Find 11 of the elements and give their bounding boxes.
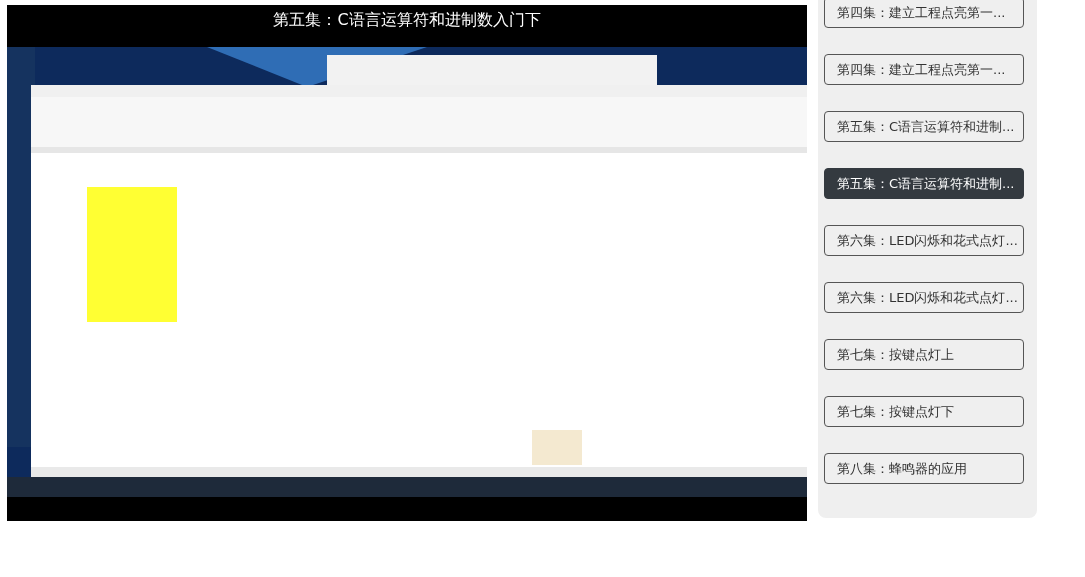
video-player[interactable]: 第五集：C语言运算符和进制数入门下	[7, 5, 807, 521]
episode-item[interactable]: 第八集：蜂鸣器的应用	[824, 453, 1024, 484]
episode-item[interactable]: 第六集：LED闪烁和花式点灯...	[824, 282, 1024, 313]
episode-item[interactable]: 第四集：建立工程点亮第一...	[824, 54, 1024, 85]
episode-item[interactable]: 第四集：建立工程点亮第一...	[824, 0, 1024, 28]
episode-item[interactable]: 第七集：按键点灯上	[824, 339, 1024, 370]
episode-item[interactable]: 第五集：C语言运算符和进制...	[824, 111, 1024, 142]
episode-item[interactable]: 第七集：按键点灯下	[824, 396, 1024, 427]
episode-item[interactable]: 第五集：C语言运算符和进制...	[824, 168, 1024, 199]
video-title: 第五集：C语言运算符和进制数入门下	[273, 9, 541, 31]
episode-item[interactable]: 第六集：LED闪烁和花式点灯...	[824, 225, 1024, 256]
